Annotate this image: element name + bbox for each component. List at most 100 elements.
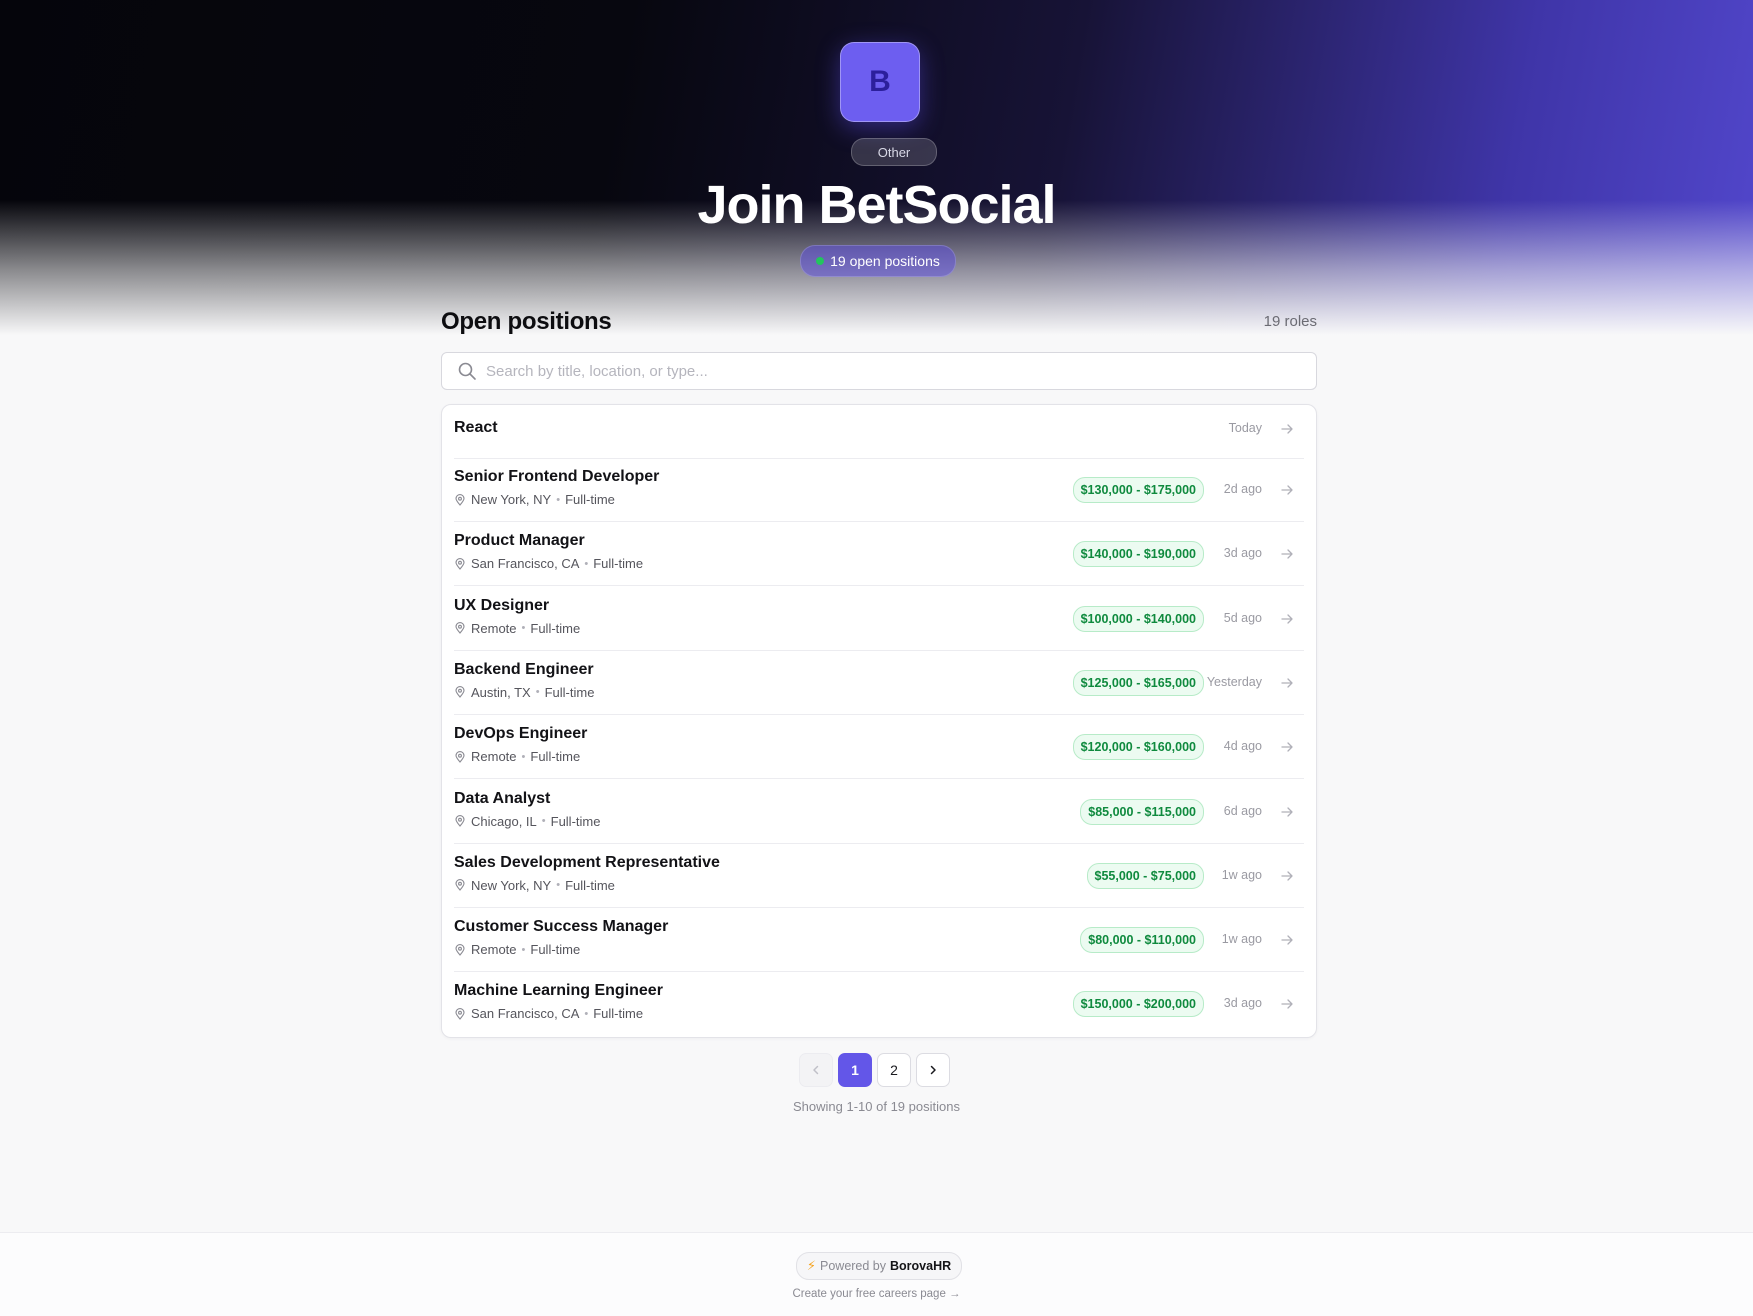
arrow-right-icon[interactable] — [1280, 740, 1294, 754]
job-title[interactable]: DevOps Engineer — [454, 725, 587, 743]
job-row[interactable]: Backend Engineer Austin, TX • Full-time $125… — [454, 651, 1304, 715]
posted-ago: 6d ago — [1223, 803, 1262, 818]
showing-text: Showing 1-10 of 19 positions — [793, 1099, 960, 1114]
location-pin-icon — [455, 686, 465, 699]
salary-badge: $120,000 - $160,000 — [1072, 734, 1204, 761]
job-row[interactable]: Senior Frontend Developer New York, NY • Fu… — [454, 458, 1304, 522]
location-pin-icon — [455, 943, 465, 956]
pagination: 1 2 — [799, 1053, 950, 1087]
posted-ago: 2d ago — [1223, 482, 1262, 496]
job-type: Full-time — [593, 556, 644, 572]
posted-ago: 3d ago — [1223, 996, 1262, 1011]
chevron-left-icon — [813, 1065, 819, 1075]
powered-prefix: Powered by — [820, 1259, 887, 1273]
job-type: Full-time — [593, 1006, 644, 1022]
job-title[interactable]: React — [454, 419, 498, 437]
arrow-right-icon[interactable] — [1280, 422, 1294, 436]
salary-badge: $130,000 - $175,000 — [1072, 477, 1204, 503]
job-row[interactable]: Sales Development Representative New York… — [454, 844, 1304, 908]
job-title[interactable]: Senior Frontend Developer — [454, 468, 659, 486]
job-title[interactable]: Machine Learning Engineer — [454, 982, 663, 1000]
job-meta: San Francisco, CA • Full-time — [454, 556, 643, 571]
page-2-button[interactable]: 2 — [877, 1053, 911, 1087]
job-row[interactable]: Product Manager San Francisco, CA • Full-ti… — [454, 522, 1304, 587]
job-type: Full-time — [550, 813, 601, 829]
job-title[interactable]: Data Analyst — [454, 790, 550, 808]
arrow-right-icon[interactable] — [1280, 547, 1294, 561]
separator-dot: • — [535, 686, 540, 699]
job-type: Full-time — [565, 877, 615, 893]
job-title[interactable]: Backend Engineer — [454, 661, 594, 679]
salary-badge: $80,000 - $110,000 — [1080, 927, 1204, 954]
job-type: Full-time — [530, 620, 581, 636]
arrow-right-icon[interactable] — [1280, 612, 1294, 626]
next-page-button[interactable] — [916, 1053, 950, 1087]
posted-ago: 5d ago — [1223, 610, 1262, 625]
salary-badge: $100,000 - $140,000 — [1072, 605, 1204, 632]
open-positions-label: 19 open positions — [830, 253, 940, 269]
job-title[interactable]: Product Manager — [454, 532, 585, 550]
separator-dot: • — [556, 879, 561, 892]
brand-name: BorovaHR — [890, 1259, 952, 1273]
arrow-right-icon[interactable] — [1280, 676, 1294, 690]
job-row[interactable]: Data Analyst Chicago, IL • Full-time $85,000… — [454, 780, 1304, 844]
posted-ago: Today — [1228, 421, 1262, 435]
prev-page-button[interactable] — [799, 1053, 833, 1087]
industry-tag: Other — [851, 138, 937, 166]
job-location: New York, NY — [471, 877, 552, 893]
separator-dot: • — [584, 1007, 589, 1020]
company-logo: B — [840, 42, 920, 122]
search-box[interactable] — [441, 352, 1317, 390]
chevron-right-icon — [930, 1065, 936, 1075]
search-input[interactable] — [484, 353, 1308, 389]
job-location: Austin, TX — [471, 684, 531, 700]
logo-letter: B — [869, 65, 891, 98]
hero-banner: B Other Join BetSocial 19 open positions — [0, 0, 1753, 340]
page-1-button[interactable]: 1 — [838, 1053, 872, 1087]
job-meta: Remote • Full-time — [454, 942, 580, 957]
section-title: Open positions — [441, 308, 612, 335]
location-pin-icon — [455, 1007, 465, 1020]
job-meta: Remote • Full-time — [454, 749, 580, 764]
posted-ago: 1w ago — [1221, 932, 1262, 947]
location-pin-icon — [455, 815, 465, 827]
arrow-right-icon[interactable] — [1280, 869, 1294, 883]
posted-ago: 4d ago — [1223, 739, 1262, 754]
job-type: Full-time — [530, 749, 581, 765]
posted-ago: 1w ago — [1221, 867, 1262, 882]
job-row[interactable]: React Today — [454, 405, 1304, 459]
job-row[interactable]: UX Designer Remote • Full-time $100,000 - $1… — [454, 587, 1304, 651]
arrow-right-icon[interactable] — [1280, 805, 1294, 819]
arrow-right-icon[interactable] — [1280, 933, 1294, 947]
powered-by-badge[interactable]: ⚡ Powered by BorovaHR — [796, 1252, 962, 1280]
job-row[interactable]: Customer Success Manager Remote • Full-time… — [454, 908, 1304, 973]
arrow-right-icon[interactable] — [1280, 483, 1294, 497]
job-row[interactable]: Machine Learning Engineer San Francisco, … — [454, 972, 1304, 1035]
job-location: Remote — [471, 749, 517, 765]
posted-ago: Yesterday — [1206, 674, 1262, 689]
job-title[interactable]: Customer Success Manager — [454, 918, 668, 936]
separator-dot: • — [521, 622, 526, 635]
salary-badge: $55,000 - $75,000 — [1086, 862, 1204, 889]
job-location: San Francisco, CA — [471, 1006, 580, 1022]
separator-dot: • — [584, 557, 589, 570]
page-title: Join BetSocial — [697, 175, 1056, 235]
job-title[interactable]: Sales Development Representative — [454, 854, 720, 872]
job-meta: Austin, TX • Full-time — [454, 685, 594, 700]
job-location: Remote — [471, 942, 517, 958]
job-type: Full-time — [530, 942, 581, 958]
location-pin-icon — [455, 750, 465, 763]
search-icon — [458, 362, 476, 380]
job-meta: New York, NY • Full-time — [454, 878, 615, 893]
bolt-icon: ⚡ — [806, 1258, 816, 1273]
job-row[interactable]: DevOps Engineer Remote • Full-time $120,000 … — [454, 715, 1304, 780]
job-meta: San Francisco, CA • Full-time — [454, 1006, 643, 1021]
arrow-right-icon[interactable] — [1280, 997, 1294, 1011]
separator-dot: • — [521, 943, 526, 956]
create-careers-page-link[interactable]: Create your free careers page → — [0, 1288, 1753, 1300]
open-positions-badge: 19 open positions — [800, 245, 956, 277]
job-location: San Francisco, CA — [471, 556, 580, 572]
job-title[interactable]: UX Designer — [454, 597, 549, 615]
job-meta: Chicago, IL • Full-time — [454, 814, 600, 829]
job-location: New York, NY — [471, 492, 552, 507]
